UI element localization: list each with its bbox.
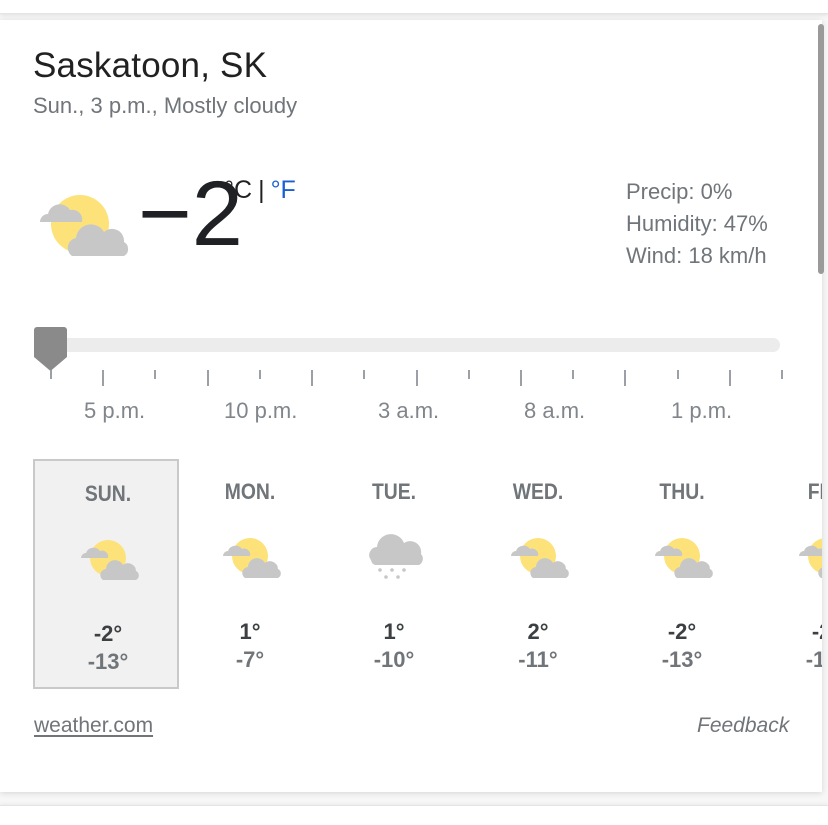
- day-name: MON.: [224, 479, 276, 504]
- forecast-day-mon[interactable]: MON. 1° -7°: [177, 459, 323, 689]
- celsius-unit[interactable]: °C: [224, 176, 252, 204]
- next-result-card-edge: [0, 805, 828, 825]
- day-high: -2°: [811, 619, 822, 644]
- hour-label: 5 p.m.: [84, 398, 146, 423]
- forecast-day-sun[interactable]: SUN. -2° -13°: [33, 459, 179, 689]
- partly-cloudy-icon: [655, 538, 713, 578]
- hour-label: 3 a.m.: [378, 398, 440, 423]
- forecast-day-wed[interactable]: WED. 2° -11°: [465, 459, 611, 689]
- humidity-text: Humidity: 47%: [626, 211, 768, 236]
- slider-tick: [572, 370, 574, 379]
- day-low: -12°: [805, 647, 822, 672]
- forecast-day-tue[interactable]: TUE. 1° -10°: [321, 459, 467, 689]
- time-slider-track[interactable]: [35, 338, 780, 352]
- slider-tick: [311, 370, 313, 386]
- conditions-subtitle: Sun., 3 p.m., Mostly cloudy: [33, 93, 298, 118]
- day-low: -10°: [373, 647, 415, 672]
- day-high: -2°: [667, 619, 697, 644]
- fahrenheit-unit[interactable]: °F: [271, 176, 296, 204]
- precip-text: Precip: 0%: [626, 179, 733, 204]
- scrollbar[interactable]: [818, 24, 824, 274]
- slider-tick: [102, 370, 104, 386]
- day-high: 1°: [239, 619, 261, 644]
- slider-tick: [154, 370, 156, 379]
- day-high: -2°: [93, 621, 123, 646]
- slider-tick: [781, 370, 783, 379]
- forecast-day-thu[interactable]: THU. -2° -13°: [609, 459, 755, 689]
- day-low: -13°: [661, 647, 703, 672]
- day-high: 1°: [383, 619, 405, 644]
- weather-source-link[interactable]: weather.com: [34, 714, 153, 738]
- weather-details: Precip: 0% Humidity: 47% Wind: 18 km/h: [626, 176, 768, 272]
- day-high: 2°: [527, 619, 549, 644]
- forecast-day-fri[interactable]: FRI. -2° -12°: [753, 459, 822, 689]
- day-name: SUN.: [84, 481, 132, 506]
- partly-cloudy-icon: [799, 538, 822, 578]
- slider-tick: [50, 370, 52, 379]
- snow-icon: [369, 534, 423, 579]
- day-name: TUE.: [371, 479, 417, 504]
- day-low: -11°: [518, 647, 558, 672]
- partly-cloudy-icon: [511, 538, 569, 578]
- time-slider-handle[interactable]: [34, 327, 67, 373]
- wind-text: Wind: 18 km/h: [626, 243, 767, 268]
- slider-tick: [416, 370, 418, 386]
- slider-tick: [677, 370, 679, 379]
- hour-label: 8 a.m.: [524, 398, 586, 423]
- hour-label: 10 p.m.: [224, 398, 298, 423]
- location-title: Saskatoon, SK: [33, 46, 268, 85]
- slider-tick: [729, 370, 731, 386]
- forecast-day-fri-clip: FRI. -2° -12°: [753, 459, 822, 689]
- slider-tick: [259, 370, 261, 379]
- day-name: THU.: [659, 479, 705, 504]
- slider-tick: [207, 370, 209, 386]
- partly-cloudy-icon: [223, 538, 281, 578]
- feedback-link[interactable]: Feedback: [697, 714, 789, 738]
- day-name: WED.: [512, 479, 564, 504]
- hour-label: 1 p.m.: [671, 398, 733, 423]
- slider-tick: [624, 370, 626, 386]
- day-low: -7°: [235, 647, 265, 672]
- day-low: -13°: [87, 649, 129, 674]
- previous-result-card-edge: [0, 0, 828, 14]
- slider-tick: [468, 370, 470, 379]
- slider-tick: [363, 370, 365, 379]
- partly-cloudy-icon: [40, 195, 129, 256]
- day-name: FRI.: [807, 479, 822, 504]
- unit-separator: |: [258, 176, 265, 204]
- unit-toggle: °C | °F: [224, 176, 296, 205]
- partly-cloudy-icon: [81, 540, 139, 580]
- slider-tick: [520, 370, 522, 386]
